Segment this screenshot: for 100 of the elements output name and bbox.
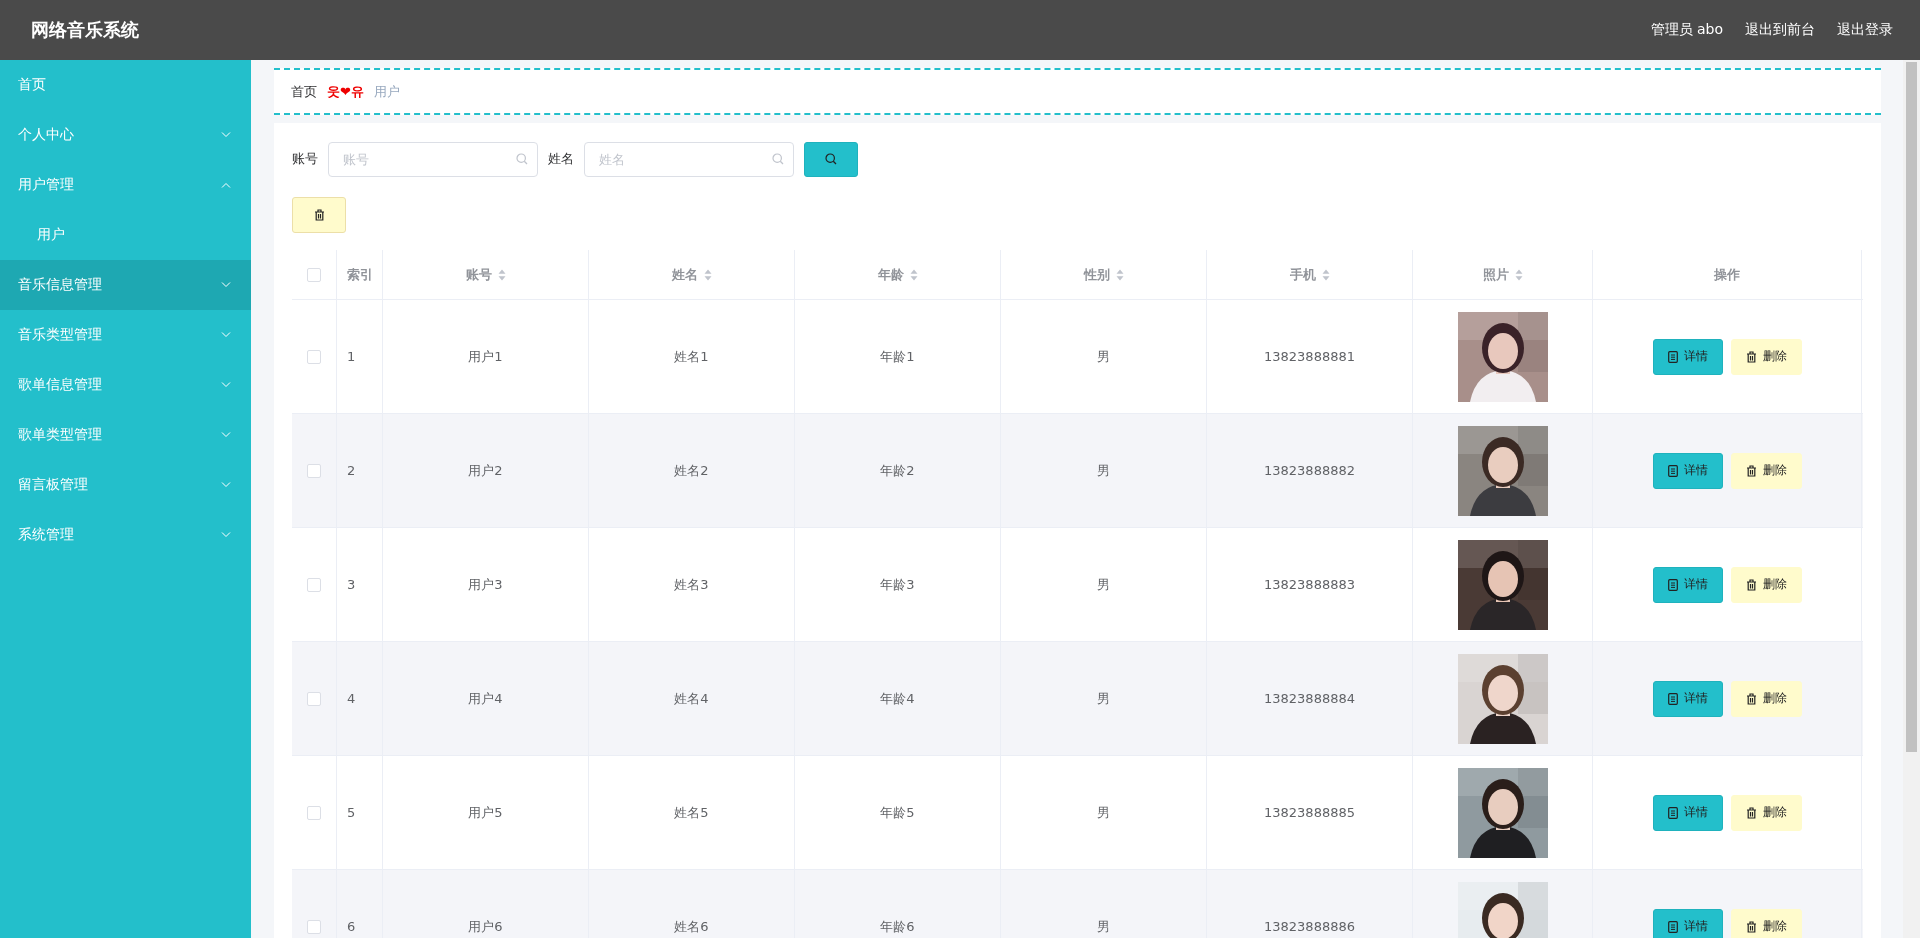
table-cell: 男 (1097, 803, 1110, 822)
sidebar-item[interactable]: 首页 (0, 60, 251, 110)
table-cell: 男 (1097, 689, 1110, 708)
table-cell: 6 (347, 919, 356, 934)
table-cell: 用户5 (468, 803, 503, 822)
table-cell: 年龄1 (880, 347, 915, 366)
batch-delete-button[interactable] (292, 197, 346, 233)
sort-icon (1514, 268, 1523, 281)
header-link[interactable]: 退出到前台 (1745, 21, 1815, 39)
trash-icon (1745, 692, 1757, 705)
sidebar-item[interactable]: 个人中心 (0, 110, 251, 160)
detail-button[interactable]: 详情 (1652, 452, 1723, 489)
sidebar-item[interactable]: 用户 (0, 210, 251, 260)
table-cell: 13823888884 (1264, 691, 1355, 706)
chevron-icon (221, 282, 231, 288)
table-cell: 1 (347, 349, 356, 364)
chevron-icon (221, 332, 231, 338)
table-cell: 13823888883 (1264, 577, 1355, 592)
table-cell: 13823888886 (1264, 919, 1355, 934)
search-icon (516, 152, 528, 165)
table-cell: 13823888881 (1264, 349, 1355, 364)
checkbox[interactable] (307, 267, 321, 282)
table-cell: 男 (1097, 347, 1110, 366)
sort-icon (1321, 268, 1330, 281)
breadcrumb-item[interactable]: 首页 (291, 82, 317, 101)
trash-icon (1745, 464, 1757, 477)
detail-button[interactable]: 详情 (1652, 680, 1723, 717)
trash-icon (1745, 806, 1757, 819)
search-icon (772, 152, 784, 165)
chevron-icon (221, 482, 231, 488)
checkbox[interactable] (307, 691, 321, 706)
table-cell: 2 (347, 463, 356, 478)
column-header[interactable]: 手机 (1289, 265, 1330, 284)
scrollbar-thumb[interactable] (1906, 62, 1917, 752)
table-cell: 13823888882 (1264, 463, 1355, 478)
table-cell: 男 (1097, 575, 1110, 594)
trash-icon (1745, 578, 1757, 591)
column-header[interactable]: 照片 (1482, 265, 1523, 284)
column-header: 索引 (347, 265, 373, 284)
chevron-icon (221, 432, 231, 438)
table-cell: 姓名3 (674, 575, 709, 594)
chevron-icon (221, 182, 231, 188)
trash-icon (313, 209, 325, 221)
table-cell: 男 (1097, 461, 1110, 480)
delete-button[interactable]: 删除 (1730, 908, 1802, 938)
table-cell: 用户4 (468, 689, 503, 708)
column-header: 操作 (1714, 265, 1740, 284)
delete-button[interactable]: 删除 (1730, 338, 1802, 375)
sidebar-item[interactable]: 歌单信息管理 (0, 360, 251, 410)
column-header[interactable]: 账号 (465, 265, 506, 284)
table-cell: 姓名5 (674, 803, 709, 822)
document-icon (1667, 464, 1678, 477)
sort-icon (1115, 268, 1124, 281)
trash-icon (1745, 350, 1757, 363)
delete-button[interactable]: 删除 (1730, 680, 1802, 717)
table-cell: 年龄4 (880, 689, 915, 708)
breadcrumb-item[interactable]: 用户 (373, 82, 400, 101)
document-icon (1667, 350, 1678, 363)
delete-button[interactable]: 删除 (1730, 566, 1802, 603)
detail-button[interactable]: 详情 (1652, 338, 1723, 375)
trash-icon (1745, 920, 1757, 933)
search-icon (825, 153, 837, 165)
table-cell: 姓名4 (674, 689, 709, 708)
column-header[interactable]: 姓名 (671, 265, 712, 284)
search-button[interactable] (804, 141, 858, 177)
sidebar-item[interactable]: 音乐信息管理 (0, 260, 251, 310)
sidebar-item[interactable]: 用户管理 (0, 160, 251, 210)
sidebar-item[interactable]: 留言板管理 (0, 460, 251, 510)
checkbox[interactable] (307, 805, 321, 820)
checkbox[interactable] (307, 919, 321, 934)
delete-button[interactable]: 删除 (1730, 452, 1802, 489)
chevron-icon (221, 132, 231, 138)
table-cell: 用户3 (468, 575, 503, 594)
table-cell: 年龄6 (880, 917, 915, 936)
table-cell: 3 (347, 577, 356, 592)
table-cell: 5 (347, 805, 356, 820)
detail-button[interactable]: 详情 (1652, 908, 1723, 938)
header-link[interactable]: 退出登录 (1837, 21, 1893, 39)
table-cell: 姓名2 (674, 461, 709, 480)
detail-button[interactable]: 详情 (1652, 566, 1723, 603)
delete-button[interactable]: 删除 (1730, 794, 1802, 831)
search-field[interactable]: 姓名 (584, 141, 794, 177)
field-label: 账号 (292, 150, 318, 168)
sort-icon (909, 268, 918, 281)
sidebar-item[interactable]: 歌单类型管理 (0, 410, 251, 460)
document-icon (1667, 806, 1678, 819)
scrollbar[interactable] (1903, 60, 1920, 938)
checkbox[interactable] (307, 463, 321, 478)
detail-button[interactable]: 详情 (1652, 794, 1723, 831)
sort-icon (703, 268, 712, 281)
search-field[interactable]: 账号 (328, 141, 538, 177)
header-link[interactable]: 管理员 abo (1650, 21, 1723, 39)
sidebar-item[interactable]: 系统管理 (0, 510, 251, 560)
chevron-icon (221, 532, 231, 538)
column-header[interactable]: 性别 (1083, 265, 1124, 284)
sidebar-item[interactable]: 音乐类型管理 (0, 310, 251, 360)
column-header[interactable]: 年龄 (877, 265, 918, 284)
checkbox[interactable] (307, 349, 321, 364)
checkbox[interactable] (307, 577, 321, 592)
breadcrumb-separator: 웃❤유 (327, 82, 364, 101)
